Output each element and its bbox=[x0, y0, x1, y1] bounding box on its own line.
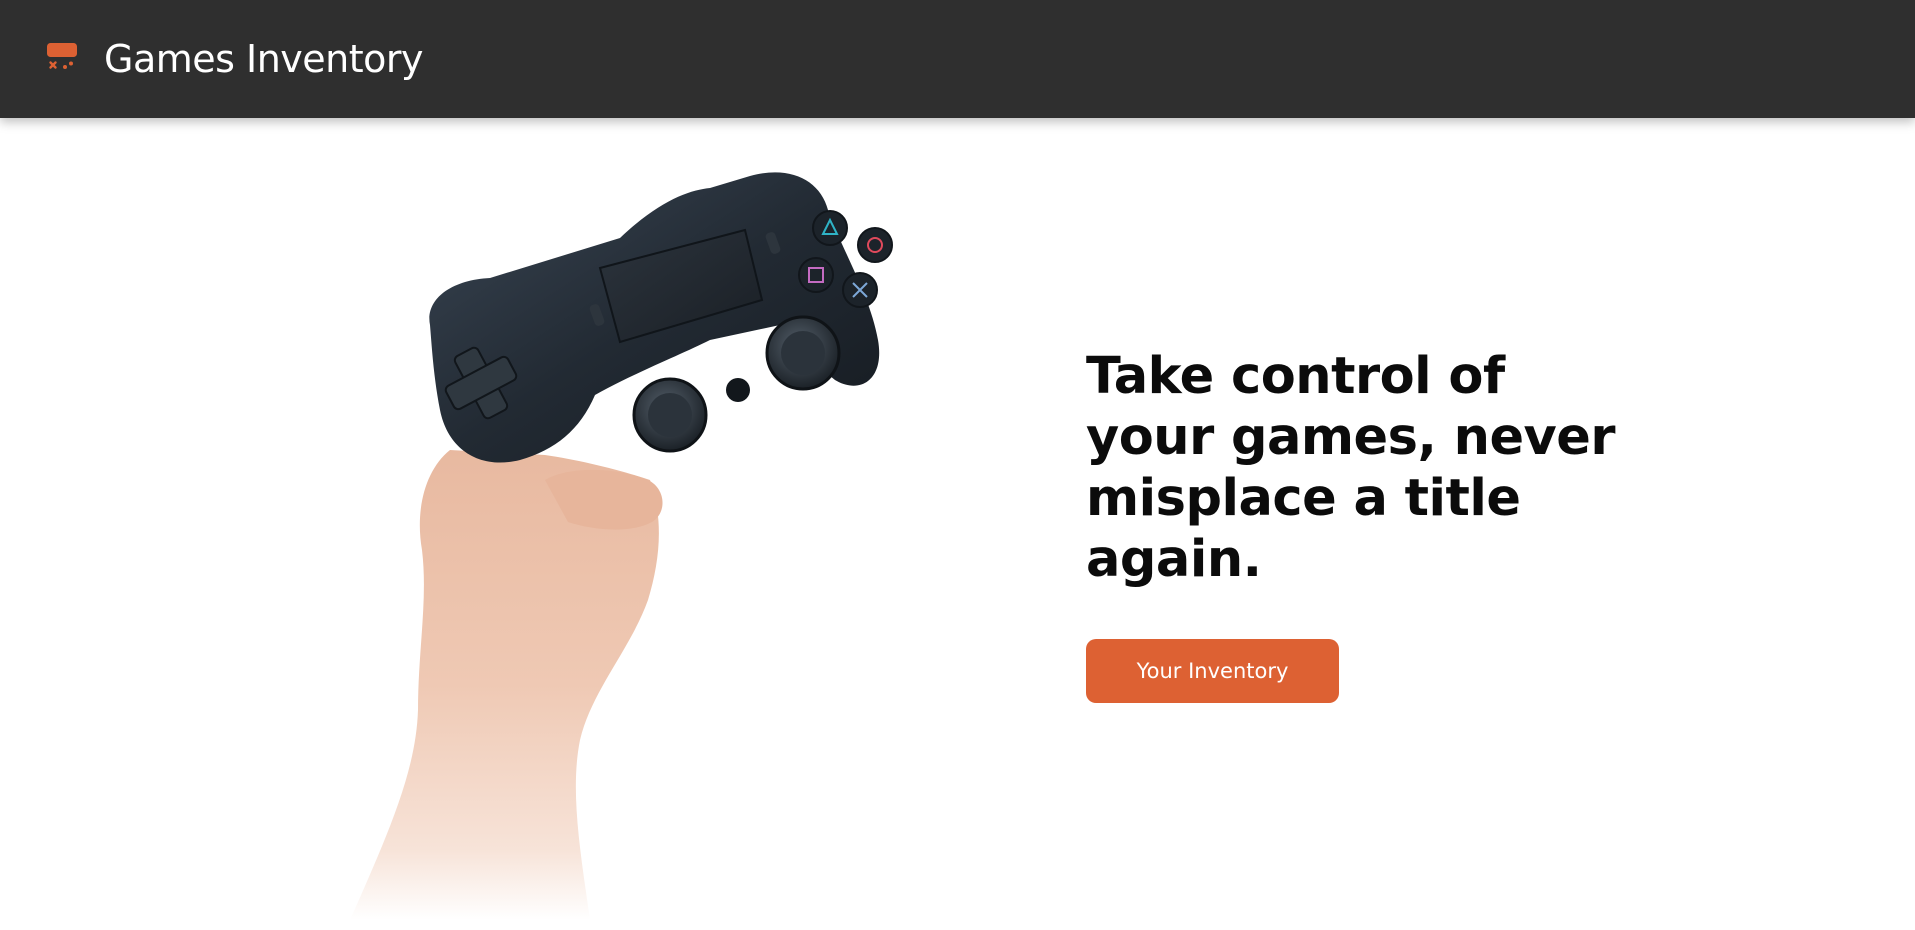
gamepad-logo-icon bbox=[47, 43, 77, 69]
brand-home-link[interactable]: Games Inventory bbox=[46, 37, 424, 81]
hand-holding-game-controller-illustration bbox=[350, 172, 893, 920]
top-navbar: Games Inventory bbox=[0, 0, 1915, 118]
app-title: Games Inventory bbox=[104, 37, 424, 81]
hero-headline: Take control of your games, never mispla… bbox=[1086, 347, 1616, 589]
your-inventory-button[interactable]: Your Inventory bbox=[1086, 639, 1339, 703]
hero-copy: Take control of your games, never mispla… bbox=[1086, 346, 1646, 590]
